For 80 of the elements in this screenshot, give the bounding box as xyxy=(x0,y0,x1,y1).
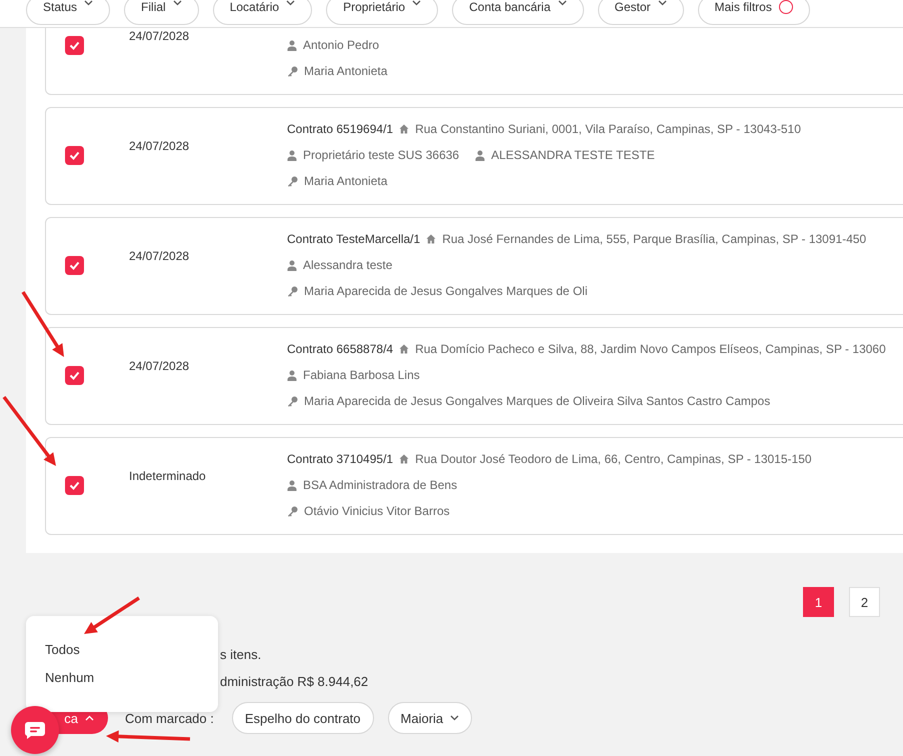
chevron-down-icon xyxy=(558,0,566,6)
address: Rua Domício Pacheco e Silva, 88, Jardim Novo Campos Elíseos, Campinas, SP - 13060 xyxy=(415,342,886,356)
key-icon xyxy=(287,66,298,76)
key-icon xyxy=(287,176,298,186)
check-icon xyxy=(69,261,80,270)
contract-title: Contrato 6658878/4 xyxy=(287,342,394,356)
filter-button[interactable]: Locatário xyxy=(212,0,312,25)
contract-card[interactable]: Indeterminado Contrato 3710495/1 Rua Doutor José Teodoro de Lima, 66, Centro, Campinas, SP - 13015-150 BSA Administradora de Bens Otávio Vinicius Vitor Barros xyxy=(45,437,903,535)
person-icon xyxy=(287,260,297,270)
summary-text: dministração R$ 8.944,62 xyxy=(220,673,370,691)
person-icon xyxy=(287,480,297,490)
owner-name: Proprietário teste SUS 36636 xyxy=(303,148,460,162)
filter-button[interactable]: Proprietário xyxy=(326,0,438,25)
end-date: 24/07/2028 xyxy=(129,138,190,155)
tenant-name: Otávio Vinicius Vitor Barros xyxy=(304,504,450,518)
chevron-down-icon xyxy=(286,0,296,6)
person-icon xyxy=(287,150,297,160)
owner-name: Fabiana Barbosa Lins xyxy=(303,368,420,382)
checkbox[interactable] xyxy=(65,146,84,165)
contract-title: Contrato 6519694/1 xyxy=(287,122,394,136)
contract-title: Contrato TesteMarcella/1 xyxy=(287,232,420,246)
action-button[interactable]: Espelho do contrato xyxy=(232,702,374,734)
owner-name: Alessandra teste xyxy=(303,258,392,272)
key-icon xyxy=(287,396,298,406)
page-button[interactable]: 2 xyxy=(849,587,880,617)
annotation-arrow xyxy=(2,396,56,466)
tenant-name: Maria Aparecida de Jesus Gongalves Marques de Oli xyxy=(304,284,588,298)
address: Rua Doutor José Teodoro de Lima, 66, Centro, Campinas, SP - 13015-150 xyxy=(415,452,812,466)
chevron-down-icon xyxy=(172,0,182,6)
annotation-arrow xyxy=(22,291,64,357)
filter-button[interactable]: Conta bancária xyxy=(452,0,584,25)
key-icon xyxy=(287,286,298,296)
house-icon xyxy=(399,454,410,464)
end-date: 24/07/2028 xyxy=(129,248,190,265)
check-icon xyxy=(69,481,80,490)
filter-button[interactable]: Mais filtros xyxy=(698,0,810,25)
checkbox[interactable] xyxy=(65,476,84,495)
chevron-up-icon xyxy=(85,715,94,721)
chevron-down-icon xyxy=(412,0,422,6)
end-date: 24/07/2028 xyxy=(129,358,190,375)
chat-icon xyxy=(25,722,45,738)
person-icon xyxy=(287,40,297,50)
chevron-down-icon xyxy=(84,0,94,6)
filter-button[interactable]: Status xyxy=(26,0,110,25)
contract-card[interactable]: 24/07/2028 Contrato 6519694/1 Rua Constantino Suriani, 0001, Vila Paraíso, Campinas, SP - 13043-510 Proprietário teste SUS 36636 ALESSANDRA TESTE TESTE Maria Antonieta xyxy=(45,107,903,205)
house-icon xyxy=(399,344,410,354)
bulk-action-label: Com marcado : xyxy=(125,710,214,726)
house-icon xyxy=(399,124,410,134)
filter-button[interactable]: Gestor xyxy=(598,0,684,25)
key-icon xyxy=(287,506,298,516)
check-icon xyxy=(69,41,80,50)
end-date: 24/07/2028 xyxy=(129,28,190,45)
annotation-arrow xyxy=(84,596,140,634)
owner-name: ALESSANDRA TESTE TESTE xyxy=(491,148,655,162)
contract-card[interactable] xyxy=(45,327,903,425)
page-button[interactable]: 1 xyxy=(803,587,834,617)
contract-title: Contrato 3710495/1 xyxy=(287,452,394,466)
person-icon xyxy=(475,150,486,160)
summary-text: s itens. xyxy=(220,646,262,664)
tenant-name: Maria Antonieta xyxy=(304,64,388,78)
address: Rua José Fernandes de Lima, 555, Parque Brasília, Campinas, SP - 13091-450 xyxy=(442,232,866,246)
contract-card[interactable]: 24/07/2028 Antonio Pedro Maria Antonieta xyxy=(45,28,903,95)
check-icon xyxy=(69,371,80,380)
owner-name: Antonio Pedro xyxy=(303,38,380,52)
owner-name: BSA Administradora de Bens xyxy=(303,478,458,492)
chevron-down-icon xyxy=(658,0,667,6)
contract-card[interactable]: 24/07/2028 Contrato TesteMarcella/1 Rua José Fernandes de Lima, 555, Parque Brasília, Campinas, SP - 13091-450 Alessandra teste Maria Aparecida de Jesus Gongalves Marques de Oli xyxy=(45,217,903,315)
filter-button[interactable]: Filial xyxy=(124,0,199,25)
house-icon xyxy=(426,234,436,244)
person-icon xyxy=(287,370,297,380)
action-button[interactable]: Maioria xyxy=(388,702,472,734)
checkbox[interactable] xyxy=(65,366,84,385)
tenant-name: Maria Antonieta xyxy=(304,174,388,188)
chat-button[interactable] xyxy=(11,706,59,754)
end-date: Indeterminado xyxy=(129,468,207,485)
checkbox[interactable] xyxy=(65,36,84,55)
checkbox[interactable] xyxy=(65,256,84,275)
tenant-name: Maria Aparecida de Jesus Gongalves Marques de Oliveira Silva Santos Castro Campos xyxy=(304,394,770,408)
address: Rua Constantino Suriani, 0001, Vila Paraíso, Campinas, SP - 13043-510 xyxy=(415,122,801,136)
check-icon xyxy=(69,151,80,160)
